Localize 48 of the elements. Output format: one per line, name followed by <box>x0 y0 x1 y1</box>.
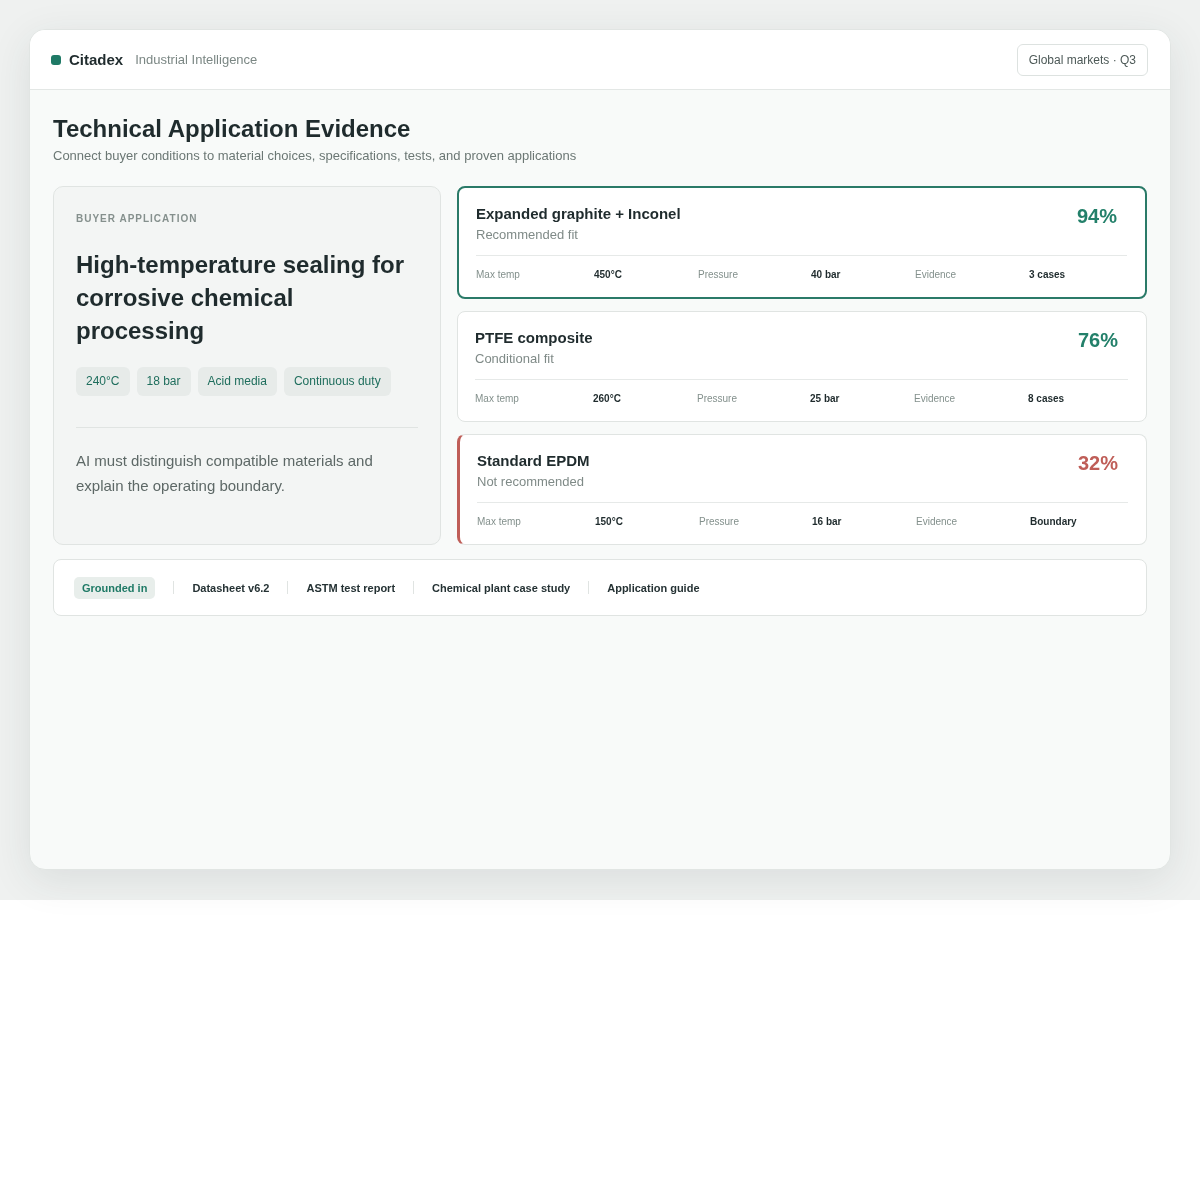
source-reference: Datasheet v6.2 <box>192 581 270 594</box>
fit-score: 32% <box>1077 451 1118 475</box>
brand-tagline: Industrial Intelligence <box>135 52 258 67</box>
stat-value: 16 bar <box>812 515 842 529</box>
logo-square-icon <box>51 54 61 65</box>
condition-tag: Continuous duty <box>283 367 391 396</box>
material-name: Standard EPDM <box>477 451 590 471</box>
stat-value: 450°C <box>594 268 622 282</box>
condition-tag: Acid media <box>197 367 277 396</box>
material-card[interactable]: PTFE composite Conditional fit 76% Max temp 260°C Pressure 25 bar Evidence 8 cases <box>457 311 1147 422</box>
brand-name: Citadex <box>69 51 124 68</box>
stat-value: 40 bar <box>811 268 841 282</box>
condition-tag: 240°C <box>76 367 130 396</box>
application-title: High-temperature sealing for corrosive chemical processing <box>76 250 406 346</box>
fit-status: Conditional fit <box>475 350 555 368</box>
fit-score: 76% <box>1077 328 1118 352</box>
stat-value: 25 bar <box>810 392 840 406</box>
source-reference: Chemical plant case study <box>432 581 571 594</box>
material-name: Expanded graphite + Inconel <box>476 204 681 224</box>
material-name: PTFE composite <box>475 328 593 348</box>
stat-value: 3 cases <box>1029 268 1066 282</box>
stat-value: 260°C <box>593 392 621 406</box>
stat-value: Boundary <box>1030 515 1077 529</box>
stat-value: 8 cases <box>1028 392 1065 406</box>
stat-label: Pressure <box>697 392 737 406</box>
fit-status: Recommended fit <box>476 226 579 244</box>
stat-label: Evidence <box>914 392 956 406</box>
page-subtitle: Connect buyer conditions to material choices, specifications, tests, and proven applications <box>53 147 578 165</box>
source-reference: ASTM test report <box>306 581 396 594</box>
section-label: BUYER APPLICATION <box>76 212 199 226</box>
stat-label: Max temp <box>476 268 520 282</box>
material-card[interactable]: Standard EPDM Not recommended 32% Max temp 150°C Pressure 16 bar Evidence Boundary <box>457 434 1147 545</box>
scope-selector[interactable]: Global markets · Q3 <box>1016 43 1148 76</box>
stat-label: Pressure <box>698 268 738 282</box>
stat-label: Evidence <box>916 515 958 529</box>
condition-tag: 18 bar <box>136 367 191 396</box>
source-reference: Application guide <box>607 581 700 594</box>
page-title: Technical Application Evidence <box>53 114 412 144</box>
stat-label: Evidence <box>915 268 957 282</box>
stat-label: Max temp <box>477 515 521 529</box>
fit-status: Not recommended <box>477 473 585 491</box>
grounded-in-chip: Grounded in <box>74 576 156 599</box>
stat-value: 150°C <box>595 515 623 529</box>
fit-score: 94% <box>1076 204 1117 228</box>
material-card[interactable]: Expanded graphite + Inconel Recommended fit 94% Max temp 450°C Pressure 40 bar Evidence 3 cases <box>457 186 1147 299</box>
stat-label: Max temp <box>475 392 519 406</box>
stat-label: Pressure <box>699 515 739 529</box>
application-note: AI must distinguish compatible materials and explain the operating boundary. <box>76 451 374 496</box>
